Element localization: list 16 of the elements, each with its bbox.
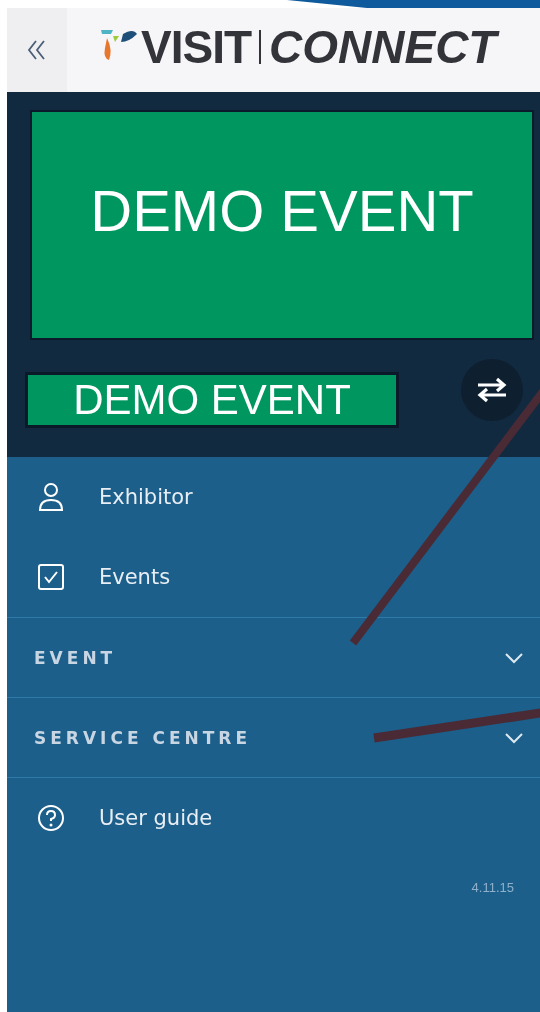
event-name: DEMO EVENT xyxy=(25,372,399,428)
double-chevron-left-icon xyxy=(27,39,47,61)
checkbox-icon xyxy=(37,563,65,591)
menu-item[interactable]: User guide xyxy=(7,778,540,858)
menu-section[interactable]: EVENT xyxy=(7,618,540,697)
chevron-icon xyxy=(504,651,524,664)
menu-section[interactable]: SERVICE CENTRE xyxy=(7,698,540,777)
logo-divider xyxy=(259,30,262,64)
event-banner-title: DEMO EVENT xyxy=(90,176,474,244)
chevron-icon xyxy=(504,731,524,744)
logo-text: VISIT xyxy=(141,20,252,74)
version-label: 4.11.15 xyxy=(471,880,514,895)
menu-item[interactable]: Events xyxy=(7,537,540,617)
help-icon xyxy=(37,804,65,832)
menu-item[interactable]: Exhibitor xyxy=(7,457,540,537)
person-icon xyxy=(37,482,65,512)
